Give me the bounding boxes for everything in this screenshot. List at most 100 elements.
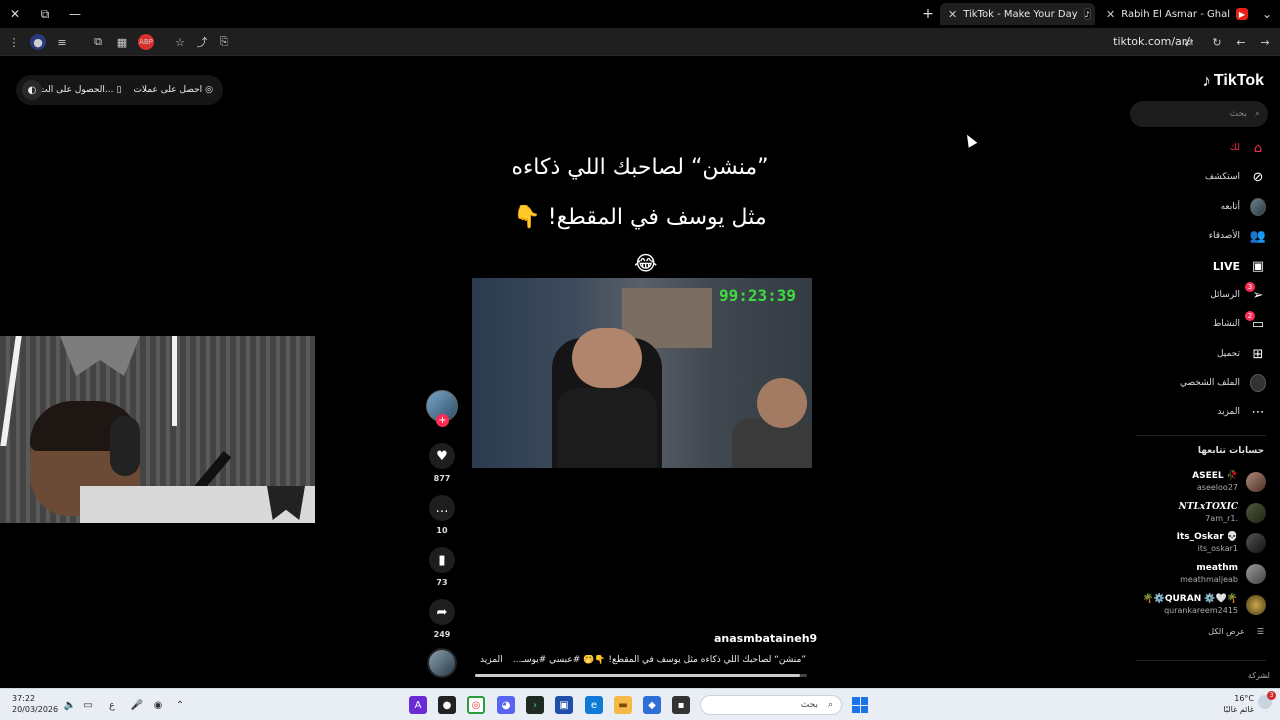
get-app-button[interactable]: الحصول على الت... ▯ [39, 85, 121, 95]
youtube-favicon-icon: ▶ [1236, 8, 1248, 20]
kebab-menu-icon[interactable]: ⋮ [6, 34, 22, 50]
weather-widget[interactable]: 16°C غائم غالبًا [1223, 693, 1254, 715]
following-account[interactable]: Its_Oskar 💀 its_oskar1 [1106, 530, 1266, 556]
friends-icon: 👥 [1249, 228, 1267, 244]
search-input[interactable]: بحث ⌕ [1130, 101, 1268, 127]
extensions-icon[interactable]: ⧉ [90, 34, 106, 50]
reading-list-icon[interactable]: ≡ [54, 34, 70, 50]
sidebar-item-activity[interactable]: النشاط ▭ 2 [1126, 311, 1266, 336]
taskbar-search[interactable]: بحث ⌕ [700, 695, 842, 715]
caption-line: ”منشن“ لصاحبك اللي ذكاءه [511, 155, 769, 180]
video-player[interactable]: 99:23:39 [472, 278, 812, 468]
window-minimize-icon[interactable]: — [66, 5, 84, 23]
following-account[interactable]: 🌴⚙️QURAN ⚙️🤍🌴 qurankareem2415 [1106, 592, 1266, 618]
chevron-up-icon[interactable]: ⌃ [173, 698, 187, 712]
sidebar-item-explore[interactable]: استكشف ⊘ [1126, 165, 1266, 189]
comment-action[interactable]: … 10 [429, 495, 455, 535]
system-clock[interactable]: 37:22 20/03/2026 [12, 693, 58, 715]
tab-tiktok[interactable]: ✕ TikTok - Make Your Day ♪ [940, 3, 1095, 25]
caption-line: مثل يوسف في المقطع! 👇 [513, 205, 767, 230]
footer-company-link[interactable]: لشركة [1248, 671, 1270, 680]
sidebar-item-messages[interactable]: الرسائل ➢ 3 [1126, 282, 1266, 307]
reload-icon[interactable]: ↻ [1209, 34, 1225, 50]
terminal-icon[interactable]: › [526, 696, 544, 714]
volume-icon[interactable]: 🔈 [63, 698, 77, 712]
comment-icon[interactable]: … [429, 495, 455, 521]
tab-youtube[interactable]: ✕ Rabih El Asmar - Ghalak / غلاك ▶ [1098, 3, 1256, 25]
comment-count: 10 [436, 526, 448, 535]
messages-icon: ➢ 3 [1245, 282, 1266, 303]
search-icon: ⌕ [1254, 109, 1260, 119]
follow-button[interactable]: + [436, 414, 449, 427]
share-arrow-icon[interactable]: ➦ [429, 599, 455, 625]
folder-icon[interactable]: ▬ [614, 696, 632, 714]
sidebar-item-live[interactable]: LIVE ▣ [1126, 254, 1266, 278]
profile-icon[interactable]: ● [30, 34, 46, 50]
video-description: المزيد ”منشن“ لصاحبك اللي ذكاءه مثل يوسف… [480, 655, 806, 665]
tab-close-icon[interactable]: ✕ [1106, 8, 1115, 21]
tab-title: Rabih El Asmar - Ghalak / غلاك [1121, 8, 1230, 20]
caption-emoji: 😂 [634, 251, 658, 275]
music-disc-avatar[interactable] [427, 648, 457, 678]
share-action[interactable]: ➦ 249 [429, 599, 455, 639]
chrome-icon[interactable]: ◎ [467, 696, 485, 714]
coin-pill: ◐ الحصول على الت... ▯ احصل على عملات ◎ [16, 75, 223, 105]
back-icon[interactable]: ← [1233, 34, 1249, 50]
new-tab-button[interactable]: + [920, 5, 936, 23]
progress-fill [475, 674, 801, 677]
share-icon[interactable]: ⤴ [194, 34, 210, 50]
bookmark-star-icon[interactable]: ☆ [172, 34, 188, 50]
video-progress-bar[interactable] [475, 674, 807, 677]
store-icon[interactable]: ▣ [555, 696, 573, 714]
sidebar-item-friends[interactable]: الأصدقاء 👥 [1126, 224, 1266, 248]
taskbar-app-icon[interactable]: ▪ [672, 696, 690, 714]
sidebar-item-upload[interactable]: تحميل ⊞ [1126, 342, 1266, 366]
avatar [1246, 595, 1266, 615]
forward-icon[interactable]: → [1257, 34, 1273, 50]
bookmark-icon[interactable]: ▮ [429, 547, 455, 573]
heart-icon[interactable]: ♥ [429, 443, 455, 469]
save-action[interactable]: ▮ 73 [429, 547, 455, 587]
home-icon: ⌂ [1253, 140, 1263, 156]
adblock-icon[interactable]: ABP [138, 34, 154, 50]
site-settings-icon[interactable]: ⇄ [1181, 34, 1197, 50]
get-coins-button[interactable]: احصل على عملات ◎ [133, 85, 213, 95]
avatar [1246, 564, 1266, 584]
following-account[interactable]: meathm meathmaljeab [1106, 561, 1266, 587]
sidebar-item-profile[interactable]: الملف الشخصي [1126, 371, 1266, 395]
tiktok-page: ◐ الحصول على الت... ▯ احصل على عملات ◎ ♪… [0, 57, 1280, 688]
messages-badge: 3 [1245, 282, 1255, 292]
video-username[interactable]: anasmbataineh9 [714, 632, 817, 645]
window-restore-icon[interactable]: ⧉ [36, 5, 54, 23]
edge-icon[interactable]: e [585, 696, 603, 714]
windows-taskbar: 37:22 20/03/2026 🔈 ▭ ع 🎤 ◉ ⌃ A ● ◎ ◕ › ▣… [0, 688, 1280, 720]
tray-icon[interactable]: ◉ [151, 698, 165, 712]
sidebar-divider [1136, 435, 1266, 436]
network-icon[interactable]: ▭ [81, 698, 95, 712]
discord-icon[interactable]: ◕ [497, 696, 515, 714]
windows-start-icon[interactable] [852, 697, 868, 713]
taskbar-app-icon[interactable]: A [409, 696, 427, 714]
sidebar-item-following[interactable]: أتابعه [1126, 195, 1266, 219]
taskbar-app-icon[interactable]: ● [438, 696, 456, 714]
tab-menu-icon[interactable]: ⌄ [1258, 5, 1276, 23]
extension-grid-icon[interactable]: ▦ [114, 34, 130, 50]
window-close-icon[interactable]: ✕ [6, 5, 24, 23]
sidebar-item-more[interactable]: المزيد ⋯ [1126, 400, 1266, 424]
sidebar-item-for-you[interactable]: لك ⌂ [1126, 136, 1266, 160]
tiktok-logo[interactable]: ♪ TikTok [1202, 71, 1264, 91]
language-indicator[interactable]: ع [105, 698, 119, 712]
more-button[interactable]: المزيد [480, 655, 503, 665]
mic-icon[interactable]: 🎤 [130, 698, 144, 712]
translate-icon[interactable]: ⎘ [216, 34, 232, 50]
like-action[interactable]: ♥ 877 [429, 443, 455, 483]
address-bar[interactable]: tiktok.com/ar/ [1113, 35, 1190, 48]
tab-close-icon[interactable]: ✕ [948, 8, 957, 21]
see-all-button[interactable]: عرض الكل ☰ [1208, 627, 1264, 636]
following-account[interactable]: NTLxTOXIC 7am_r1. [1106, 500, 1266, 526]
user-menu-icon[interactable]: ◐ [22, 80, 42, 100]
avatar [1246, 533, 1266, 553]
taskbar-app-icon[interactable]: ◆ [643, 696, 661, 714]
tiktok-note-icon: ♪ [1202, 71, 1211, 90]
following-account[interactable]: ASEEL 🥀 aseeloo27 [1106, 469, 1266, 495]
